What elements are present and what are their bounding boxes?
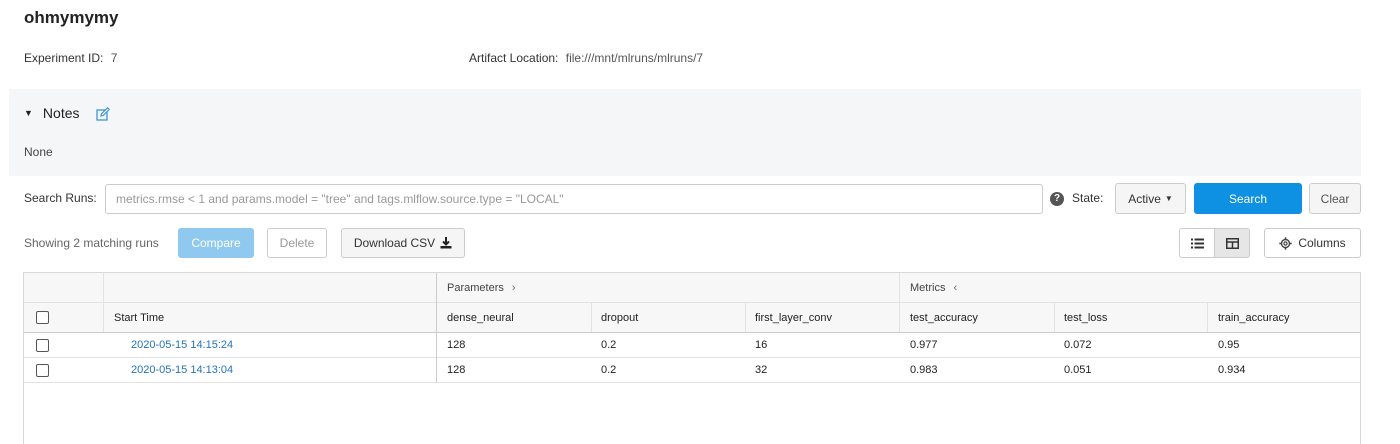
chevron-left-icon: ‹ [953,281,958,294]
chevron-right-icon: › [511,281,516,294]
table-cell: 128 [447,364,466,376]
select-all-cell [26,303,49,332]
caret-down-icon: ▼ [1164,194,1173,203]
experiment-id: Experiment ID: 7 [24,51,118,65]
column-header-test-accuracy[interactable]: test_accuracy [900,303,978,332]
caret-down-icon: ▼ [24,108,33,118]
notes-content: None [24,145,53,159]
help-icon[interactable]: ? [1050,192,1064,206]
run-start-time-link[interactable]: 2020-05-15 14:13:04 [121,358,233,382]
parameters-group-label: Parameters [447,281,504,294]
run-start-time-link[interactable]: 2020-05-15 14:15:24 [121,333,233,357]
download-icon [440,237,452,249]
state-value: Active [1128,191,1161,206]
matching-runs-count: Showing 2 matching runs [24,236,159,250]
column-header-test-loss[interactable]: test_loss [1054,303,1107,332]
table-cell: 0.2 [601,339,617,351]
metrics-group-header[interactable]: Metrics ‹ [900,273,957,302]
table-row[interactable]: 2020-05-15 14:13:04 128 0.2 32 0.983 0.0… [24,358,1360,383]
column-header-train-accuracy[interactable]: train_accuracy [1208,303,1290,332]
search-button[interactable]: Search [1194,183,1302,214]
download-csv-button[interactable]: Download CSV [341,228,465,258]
column-header-start-time[interactable]: Start Time [104,303,164,332]
table-cell: 0.983 [910,364,938,376]
metrics-group-label: Metrics [910,281,946,294]
compare-button[interactable]: Compare [178,228,254,258]
experiment-id-value: 7 [110,51,118,65]
columns-label: Columns [1298,236,1346,250]
delete-button[interactable]: Delete [267,228,327,258]
table-cell: 0.072 [1064,339,1092,351]
table-cell: 0.2 [601,364,617,376]
table-cell: 0.977 [910,339,938,351]
select-all-checkbox[interactable] [36,311,49,324]
table-cell: 0.051 [1064,364,1092,376]
table-cell: 0.95 [1218,339,1240,351]
table-cell: 0.934 [1218,364,1246,376]
state-dropdown[interactable]: Active ▼ [1115,183,1186,214]
notes-panel [9,89,1361,176]
grid-view-button[interactable] [1214,228,1250,258]
table-header-row: Start Time dense_neural dropout first_la… [24,303,1360,333]
table-group-header-row: Parameters › Metrics ‹ [24,273,1360,303]
table-row[interactable]: 2020-05-15 14:15:24 128 0.2 16 0.977 0.0… [24,333,1360,358]
state-label: State: [1072,191,1104,205]
parameters-group-header[interactable]: Parameters › [437,273,516,302]
table-cell: 128 [447,339,466,351]
column-header-dropout[interactable]: dropout [591,303,638,332]
list-view-button[interactable] [1179,228,1215,258]
table-cell: 16 [755,339,768,351]
list-icon [1190,238,1204,248]
download-csv-label: Download CSV [353,236,436,250]
artifact-location-value: file:///mnt/mlruns/mlruns/7 [565,51,704,65]
row-checkbox[interactable] [36,338,49,352]
artifact-location: Artifact Location: file:///mnt/mlruns/ml… [469,51,704,65]
artifact-location-label: Artifact Location [469,51,556,65]
grid-icon [1225,237,1239,249]
search-runs-label: Search Runs: [24,191,97,205]
experiment-title: ohmymymy [24,8,119,27]
experiment-id-label: Experiment ID [24,51,101,65]
table-cell: 32 [755,364,768,376]
gear-icon [1279,236,1293,250]
row-checkbox[interactable] [36,363,49,377]
column-header-dense-neural[interactable]: dense_neural [437,303,514,332]
search-input[interactable] [105,184,1043,214]
notes-toggle[interactable]: ▼ Notes [24,105,80,121]
edit-icon[interactable] [96,107,110,121]
column-header-first-layer-conv[interactable]: first_layer_conv [745,303,832,332]
runs-table: Parameters › Metrics ‹ Start Time dense_… [23,272,1361,444]
clear-button[interactable]: Clear [1309,183,1361,214]
notes-label: Notes [42,105,80,121]
columns-button[interactable]: Columns [1264,228,1361,258]
